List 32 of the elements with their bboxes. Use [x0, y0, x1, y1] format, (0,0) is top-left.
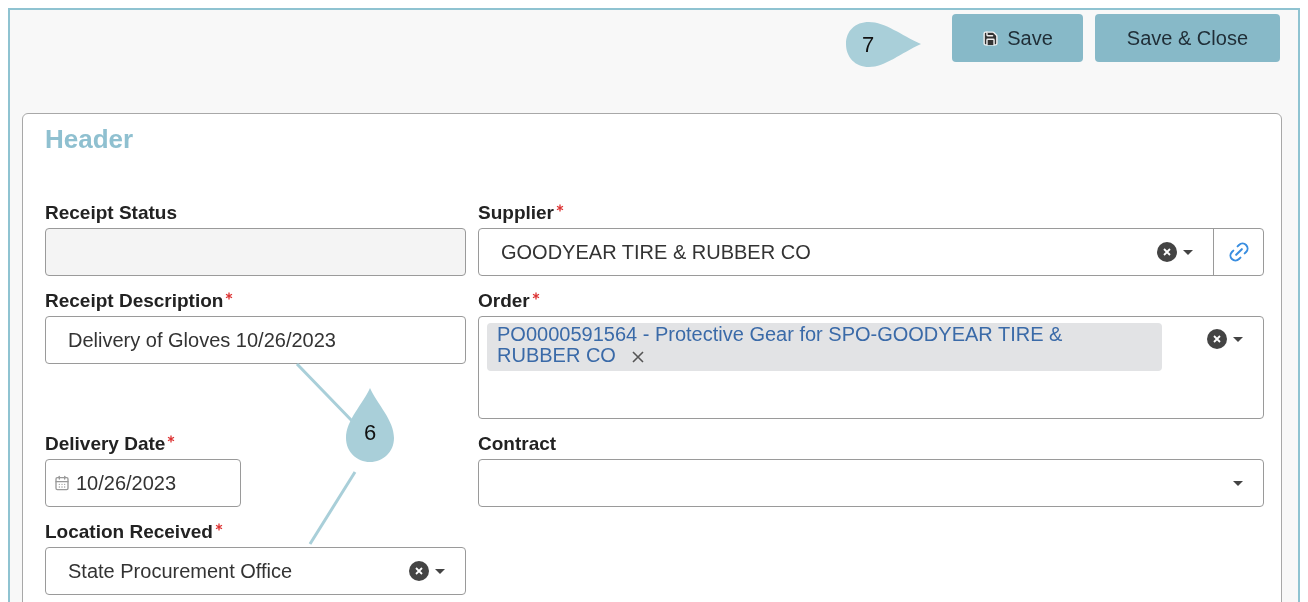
select-field[interactable]: State Procurement Office [45, 547, 466, 595]
remove-icon[interactable] [631, 350, 644, 363]
required-icon [225, 292, 234, 300]
select-field[interactable] [478, 459, 1264, 507]
caret-icon [1183, 249, 1193, 255]
save-button[interactable]: Save [952, 14, 1083, 62]
section-title: Header [45, 124, 135, 156]
save-icon [982, 29, 1000, 47]
save-close-button[interactable]: Save & Close [1094, 14, 1280, 62]
select-field[interactable]: GOODYEAR TIRE & RUBBER CO [478, 228, 1264, 276]
field-label: Receipt Description [45, 290, 466, 312]
selected-tag[interactable]: PO0000591564 - Protective Gear for SPO-GOODYEAR TIRE & RUBBER CO [487, 323, 1162, 371]
clear-icon[interactable] [1207, 329, 1227, 349]
clear-icon[interactable] [1157, 242, 1177, 262]
required-icon [531, 292, 540, 300]
calendar-icon [54, 475, 70, 491]
required-icon [214, 523, 223, 531]
field-label: Location Received [45, 521, 466, 543]
multi-select-field[interactable]: PO0000591564 - Protective Gear for SPO-GOODYEAR TIRE & RUBBER CO [478, 316, 1264, 419]
field-label: Supplier [478, 202, 1264, 224]
field-label: Receipt Status [45, 202, 178, 224]
caret-icon [1233, 336, 1243, 342]
clear-icon[interactable] [409, 561, 429, 581]
date-field[interactable]: 10/26/2023 [45, 459, 241, 507]
callout-number: 7 [860, 32, 876, 58]
field-label: Order [478, 290, 1264, 312]
caret-icon [1233, 480, 1243, 486]
required-icon [167, 435, 176, 443]
required-icon [556, 204, 564, 212]
text-field[interactable]: Delivery of Gloves 10/26/2023 [45, 316, 466, 364]
field-label: Contract [478, 433, 558, 455]
caret-icon [435, 568, 445, 574]
